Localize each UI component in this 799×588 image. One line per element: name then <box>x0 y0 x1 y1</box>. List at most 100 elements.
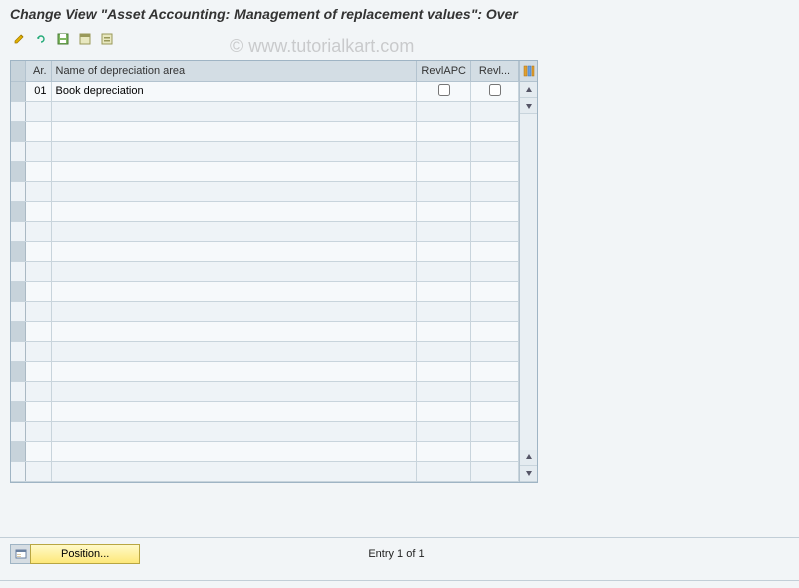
cell-ar[interactable] <box>25 281 51 301</box>
cell-revapc[interactable] <box>417 101 471 121</box>
row-selector[interactable] <box>11 221 25 241</box>
cell-revl[interactable] <box>471 81 519 101</box>
row-selector[interactable] <box>11 421 25 441</box>
row-selector[interactable] <box>11 381 25 401</box>
table-row[interactable] <box>11 421 519 441</box>
cell-name[interactable] <box>51 441 417 461</box>
cell-revl[interactable] <box>471 201 519 221</box>
table-row[interactable] <box>11 301 519 321</box>
cell-ar[interactable] <box>25 361 51 381</box>
row-selector[interactable] <box>11 261 25 281</box>
cell-revapc[interactable] <box>417 421 471 441</box>
table-row[interactable] <box>11 201 519 221</box>
cell-ar[interactable] <box>25 241 51 261</box>
cell-ar[interactable] <box>25 321 51 341</box>
table-row[interactable] <box>11 321 519 341</box>
cell-name[interactable] <box>51 141 417 161</box>
cell-revapc[interactable] <box>417 401 471 421</box>
cell-revapc[interactable] <box>417 161 471 181</box>
cell-revapc[interactable] <box>417 381 471 401</box>
table-settings-button[interactable] <box>520 61 537 82</box>
scroll-down-button-bottom[interactable] <box>520 466 537 482</box>
column-header-revapc[interactable]: RevlAPC <box>417 61 471 81</box>
scroll-up-button[interactable] <box>520 82 537 98</box>
cell-revapc[interactable] <box>417 81 471 101</box>
table-row[interactable] <box>11 341 519 361</box>
cell-revapc[interactable] <box>417 241 471 261</box>
save-button[interactable] <box>54 30 72 48</box>
cell-name[interactable] <box>51 421 417 441</box>
cell-name[interactable] <box>51 161 417 181</box>
cell-revl[interactable] <box>471 161 519 181</box>
table-row[interactable] <box>11 401 519 421</box>
cell-ar[interactable] <box>25 421 51 441</box>
cell-ar[interactable] <box>25 401 51 421</box>
cell-ar[interactable]: 01 <box>25 81 51 101</box>
table-row[interactable] <box>11 241 519 261</box>
cell-name[interactable] <box>51 221 417 241</box>
cell-name[interactable] <box>51 361 417 381</box>
cell-name[interactable] <box>51 261 417 281</box>
cell-revl[interactable] <box>471 301 519 321</box>
cell-revapc[interactable] <box>417 301 471 321</box>
undo-button[interactable] <box>32 30 50 48</box>
row-selector[interactable] <box>11 141 25 161</box>
cell-ar[interactable] <box>25 381 51 401</box>
table-row[interactable] <box>11 221 519 241</box>
table-row[interactable] <box>11 181 519 201</box>
cell-ar[interactable] <box>25 161 51 181</box>
cell-revapc[interactable] <box>417 201 471 221</box>
row-selector[interactable] <box>11 281 25 301</box>
cell-revl[interactable] <box>471 261 519 281</box>
cell-name[interactable] <box>51 321 417 341</box>
row-selector[interactable] <box>11 81 25 101</box>
cell-revl[interactable] <box>471 141 519 161</box>
cell-revapc[interactable] <box>417 121 471 141</box>
table-row[interactable] <box>11 141 519 161</box>
cell-revl[interactable] <box>471 221 519 241</box>
cell-name[interactable] <box>51 201 417 221</box>
position-button[interactable]: Position... <box>30 544 140 564</box>
row-selector[interactable] <box>11 181 25 201</box>
scroll-down-button[interactable] <box>520 98 537 114</box>
cell-name[interactable] <box>51 381 417 401</box>
deselect-all-button[interactable] <box>98 30 116 48</box>
cell-revl[interactable] <box>471 321 519 341</box>
cell-revl[interactable] <box>471 421 519 441</box>
table-row[interactable] <box>11 461 519 481</box>
cell-revapc[interactable] <box>417 361 471 381</box>
cell-revapc[interactable] <box>417 281 471 301</box>
cell-revl[interactable] <box>471 401 519 421</box>
cell-revl[interactable] <box>471 101 519 121</box>
row-selector[interactable] <box>11 361 25 381</box>
cell-revl[interactable] <box>471 341 519 361</box>
cell-ar[interactable] <box>25 181 51 201</box>
cell-revapc[interactable] <box>417 461 471 481</box>
cell-ar[interactable] <box>25 341 51 361</box>
revapc-checkbox[interactable] <box>438 84 450 96</box>
cell-ar[interactable] <box>25 121 51 141</box>
cell-ar[interactable] <box>25 221 51 241</box>
cell-name[interactable] <box>51 461 417 481</box>
cell-revapc[interactable] <box>417 261 471 281</box>
row-selector[interactable] <box>11 201 25 221</box>
cell-revl[interactable] <box>471 181 519 201</box>
cell-name[interactable]: Book depreciation <box>51 81 417 101</box>
row-selector[interactable] <box>11 401 25 421</box>
row-selector[interactable] <box>11 441 25 461</box>
cell-ar[interactable] <box>25 101 51 121</box>
cell-name[interactable] <box>51 241 417 261</box>
cell-name[interactable] <box>51 301 417 321</box>
cell-name[interactable] <box>51 181 417 201</box>
cell-ar[interactable] <box>25 461 51 481</box>
row-selector[interactable] <box>11 461 25 481</box>
cell-ar[interactable] <box>25 261 51 281</box>
row-selector[interactable] <box>11 101 25 121</box>
select-all-button[interactable] <box>76 30 94 48</box>
row-selector[interactable] <box>11 301 25 321</box>
cell-revl[interactable] <box>471 241 519 261</box>
table-row[interactable] <box>11 441 519 461</box>
revl-checkbox[interactable] <box>489 84 501 96</box>
cell-revl[interactable] <box>471 441 519 461</box>
row-selector[interactable] <box>11 341 25 361</box>
